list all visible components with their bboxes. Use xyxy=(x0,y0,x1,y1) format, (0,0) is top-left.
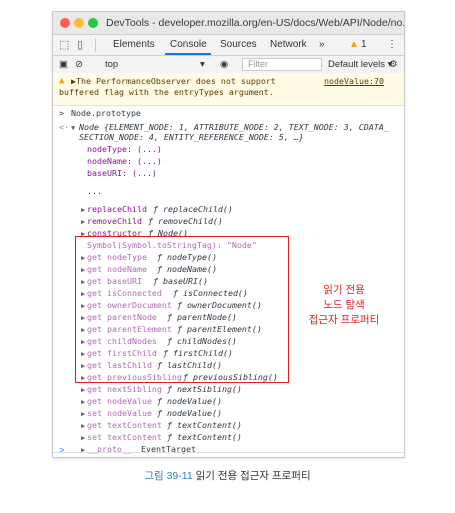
more-tabs-button[interactable]: » xyxy=(319,39,325,50)
expand-arrow-icon[interactable]: ▶ xyxy=(81,398,85,406)
field-line[interactable]: nodeType: (...) xyxy=(87,144,162,154)
annotation-line-1: 읽기 전용 xyxy=(323,284,365,296)
warning-line-1[interactable]: ▶The PerformanceObserver does not suppor… xyxy=(71,76,276,86)
console-prompt-divider xyxy=(53,452,404,453)
devtools-window: DevTools - developer.mozilla.org/en-US/d… xyxy=(52,11,405,458)
getter-name[interactable]: get nextSibling xyxy=(87,384,162,394)
field-line[interactable]: nodeName: (...) xyxy=(87,156,162,166)
figure-caption: 그림 39-11 읽기 전용 접근자 프로퍼티 xyxy=(0,468,455,483)
expand-arrow-icon[interactable]: ▶ xyxy=(81,386,85,394)
context-dropdown-icon[interactable]: ▾ xyxy=(200,59,205,70)
selected-tab-indicator xyxy=(165,53,211,55)
live-expression-eye-icon[interactable]: ◉ xyxy=(220,59,228,70)
method-name[interactable]: removeChild xyxy=(87,216,142,226)
result-prompt-icon: <· xyxy=(59,122,69,132)
kebab-menu-icon[interactable]: ⋮ xyxy=(387,39,397,50)
warning-message: ▲ ▶The PerformanceObserver does not supp… xyxy=(53,73,404,106)
context-selector[interactable]: top xyxy=(105,59,118,70)
getter-value: ƒ nextSibling() xyxy=(167,384,242,394)
tab-elements[interactable]: Elements xyxy=(113,39,155,50)
method-name[interactable]: replaceChild xyxy=(87,204,147,214)
filter-input[interactable]: Filter xyxy=(242,58,322,71)
expand-arrow-icon[interactable]: ▼ xyxy=(71,124,75,132)
expand-arrow-icon[interactable]: ▶ xyxy=(81,434,85,442)
filter-placeholder: Filter xyxy=(248,59,268,69)
accessor-name[interactable]: get textContent xyxy=(87,420,162,430)
accessor-name[interactable]: set textContent xyxy=(87,432,162,442)
figure-number: 그림 39-11 xyxy=(144,470,193,482)
tab-network[interactable]: Network xyxy=(270,39,307,50)
caption-text: 읽기 전용 접근자 프로퍼티 xyxy=(195,470,311,482)
accessor-name[interactable]: set nodeValue xyxy=(87,408,152,418)
node-summary-line-1[interactable]: Node {ELEMENT_NODE: 1, ATTRIBUTE_NODE: 2… xyxy=(79,122,389,132)
tab-sources[interactable]: Sources xyxy=(220,39,257,50)
input-prompt-icon: > xyxy=(59,108,64,118)
tab-console[interactable]: Console xyxy=(170,39,207,50)
maximize-window-button[interactable] xyxy=(88,18,98,28)
ellipsis: ... xyxy=(87,186,102,196)
warning-source-link[interactable]: nodeValue:70 xyxy=(324,76,384,86)
accessor-name[interactable]: get nodeValue xyxy=(87,396,152,406)
accessor-value: ƒ nodeValue() xyxy=(157,408,222,418)
accessor-value: ƒ textContent() xyxy=(167,420,242,430)
warning-triangle-icon: ▲ xyxy=(59,76,65,86)
node-summary-line-2[interactable]: SECTION_NODE: 4, ENTITY_REFERENCE_NODE: … xyxy=(79,132,304,142)
warning-count[interactable]: 1 xyxy=(361,39,367,50)
devtools-tab-bar: ⬚ ▯ Elements Console Sources Network » ▲… xyxy=(53,35,404,56)
expand-arrow-icon[interactable]: ▶ xyxy=(81,422,85,430)
title-bar: DevTools - developer.mozilla.org/en-US/d… xyxy=(53,12,404,35)
method-value: ƒ removeChild() xyxy=(148,216,223,226)
close-window-button[interactable] xyxy=(60,18,70,28)
field-line[interactable]: baseURI: (...) xyxy=(87,168,157,178)
console-prompt[interactable]: > xyxy=(59,445,64,455)
method-value: ƒ replaceChild() xyxy=(153,204,233,214)
window-title: DevTools - developer.mozilla.org/en-US/d… xyxy=(106,17,405,29)
expand-arrow-icon[interactable]: ▶ xyxy=(81,410,85,418)
warning-line-2: buffered flag with the entryTypes argume… xyxy=(59,87,274,97)
sidebar-toggle-icon[interactable]: ▣ xyxy=(59,59,68,70)
annotation-line-2: 노드 탐색 xyxy=(323,299,365,311)
inspect-element-icon[interactable]: ⬚ xyxy=(59,38,69,51)
accessor-value: ƒ nodeValue() xyxy=(157,396,222,406)
annotation-line-3: 접근자 프로퍼티 xyxy=(308,314,380,326)
settings-gear-icon[interactable]: ⚙ xyxy=(389,59,398,70)
warning-icon[interactable]: ▲ xyxy=(349,39,359,50)
log-levels-dropdown[interactable]: Default levels ▾ xyxy=(328,59,392,70)
highlight-box xyxy=(75,236,289,383)
clear-console-icon[interactable]: ⊘ xyxy=(75,59,83,70)
minimize-window-button[interactable] xyxy=(74,18,84,28)
device-toolbar-icon[interactable]: ▯ xyxy=(77,38,83,51)
toolbar-divider xyxy=(95,38,96,52)
console-input-echo: Node.prototype xyxy=(71,108,141,118)
expand-arrow-icon[interactable]: ▶ xyxy=(81,218,85,226)
expand-arrow-icon[interactable]: ▶ xyxy=(81,206,85,214)
accessor-value: ƒ textContent() xyxy=(167,432,242,442)
